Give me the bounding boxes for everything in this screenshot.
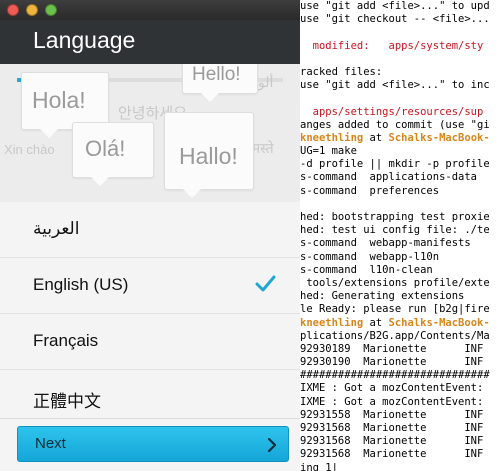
terminal-text: apps/settings/resources/sup (300, 105, 484, 118)
terminal-text: s-command l10n-clean (300, 263, 433, 276)
terminal-text: modified: apps/system/sty (300, 39, 484, 52)
terminal-line: hed: test ui config file: ./te (300, 224, 500, 237)
zoom-window-button[interactable] (45, 4, 57, 16)
greeting-bubble-german: Hallo! (164, 112, 254, 198)
terminal-line: IXME : Got a mozContentEvent: (300, 382, 500, 395)
checkmark-icon (255, 275, 276, 292)
terminal-line: le Ready: please run [b2g|fire (300, 303, 500, 316)
language-label: Français (33, 331, 99, 350)
simulator-window: Language 안녕하세요 Xin chào नमस्ते ألو Hello… (0, 0, 300, 471)
terminal-line: s-command webapp-l10n (300, 251, 500, 264)
chevron-right-icon (267, 437, 277, 453)
language-label: English (US) (33, 275, 129, 294)
terminal-text: kneethling (300, 316, 364, 329)
terminal-text: 92931568 Marionette INF (300, 422, 484, 434)
language-option-arabic[interactable]: العربية (0, 202, 300, 258)
terminal-text: s-command webapp-l10n (300, 250, 440, 263)
language-option-english-us[interactable]: English (US) (0, 258, 300, 314)
terminal-line: plications/B2G.app/Contents/Ma (300, 330, 500, 343)
terminal-line: s-command preferences (300, 185, 500, 198)
terminal-text: s-command webapp-manifests (300, 237, 471, 250)
terminal-line: apps/settings/resources/sup (300, 106, 500, 119)
terminal-text: hed: bootstrapping test proxie (300, 211, 490, 223)
page-title: Language (33, 27, 136, 53)
footer-bar: Next (0, 418, 300, 471)
terminal-text: use "git add <file>..." to inc (300, 79, 490, 92)
terminal-text: hed: test ui config file: ./te (300, 224, 490, 237)
terminal-line: 92931568 Marionette INF (300, 435, 500, 448)
terminal-text: 92931568 Marionette INF (300, 448, 484, 461)
terminal-text: use "git add <file>..." to upd (300, 0, 490, 12)
terminal-text: tools/extensions profile/exte (300, 276, 490, 289)
terminal-text: ing 1| (300, 461, 338, 471)
language-hero-illustration: 안녕하세요 Xin chào नमस्ते ألو Hello! Hola! O… (0, 64, 300, 202)
terminal-line: use "git add <file>..." to inc (300, 79, 500, 92)
terminal-line: 92931568 Marionette INF (300, 422, 500, 435)
terminal-text: plications/B2G.app/Contents/Ma (300, 329, 490, 342)
language-list: العربية English (US) Français 正體中文 (0, 202, 300, 422)
terminal-line: hed: Generating extensions (300, 290, 500, 303)
terminal-line: ing 1| (300, 462, 500, 471)
language-label: 正體中文 (33, 392, 101, 411)
terminal-line: anges added to commit (use "gi (300, 119, 500, 132)
terminal-output: use "git add <file>..." to upd use "git c… (300, 0, 500, 471)
next-button-label: Next (35, 435, 66, 452)
language-option-french[interactable]: Français (0, 314, 300, 370)
ghost-greeting-vietnamese: Xin chào (4, 142, 55, 157)
terminal-line: s-command l10n-clean (300, 264, 500, 277)
greeting-bubble-portuguese: Olá! (72, 122, 154, 186)
terminal-line: modified: apps/system/sty (300, 40, 500, 53)
terminal-line: UG=1 make (300, 145, 500, 158)
terminal-line: 92931558 Marionette INF (300, 409, 500, 422)
terminal-text: use "git checkout -- <file>... (300, 13, 490, 26)
terminal-text: s-command applications-data (300, 171, 478, 184)
ghost-greeting-arabic: ألو (258, 74, 274, 90)
window-titlebar (0, 0, 300, 20)
terminal-line: s-command applications-data (300, 171, 500, 184)
terminal-text: 92931568 Marionette INF (300, 435, 484, 448)
terminal-text: at (363, 316, 389, 329)
terminal-line: -d profile || mkdir -p profile (300, 158, 500, 171)
terminal-text: hed: Generating extensions (300, 290, 465, 303)
terminal-line: s-command webapp-manifests (300, 237, 500, 250)
terminal-text: UG=1 make (300, 145, 357, 158)
terminal-line: tools/extensions profile/exte (300, 277, 500, 290)
terminal-line: ############################## (300, 369, 500, 382)
terminal-text: 92930190 Marionette INF (300, 356, 484, 369)
terminal-line: kneethling at Schalks-MacBook- (300, 317, 500, 330)
terminal-line: hed: bootstrapping test proxie (300, 211, 500, 224)
terminal-text: s-command preferences (300, 184, 440, 197)
terminal-text: -d profile || mkdir -p profile (300, 158, 490, 171)
next-button[interactable]: Next (17, 426, 289, 462)
terminal-text: 92931558 Marionette INF (300, 408, 484, 421)
minimize-window-button[interactable] (26, 4, 38, 16)
terminal-line: IXME : Got a mozContentEvent: (300, 396, 500, 409)
app-header: Language (0, 20, 300, 64)
close-window-button[interactable] (7, 4, 19, 16)
terminal-line: use "git add <file>..." to upd (300, 0, 500, 13)
terminal-text: racked files: (300, 65, 383, 78)
terminal-line: use "git checkout -- <file>... (300, 13, 500, 26)
terminal-text: kneethling (300, 131, 364, 144)
terminal-text: at (363, 131, 389, 144)
terminal-line: kneethling at Schalks-MacBook- (300, 132, 500, 145)
terminal-text: anges added to commit (use "gi (300, 118, 490, 131)
terminal-line: racked files: (300, 66, 500, 79)
terminal-text: 92930189 Marionette INF (300, 342, 484, 355)
terminal-line: 92930189 Marionette INF (300, 343, 500, 356)
terminal-text: Schalks-MacBook- (388, 131, 490, 144)
terminal-text: IXME : Got a mozContentEvent: (300, 395, 490, 408)
greeting-bubble-english: Hello! (182, 64, 258, 102)
terminal-line: 92930190 Marionette INF (300, 356, 500, 369)
terminal-line: 92931568 Marionette INF (300, 448, 500, 461)
language-label: العربية (33, 219, 80, 238)
terminal-text: Schalks-MacBook- (388, 316, 490, 329)
terminal-text: le Ready: please run [b2g|fire (300, 303, 490, 316)
terminal-text: IXME : Got a mozContentEvent: (300, 382, 484, 395)
terminal-text: ############################## (300, 369, 490, 382)
